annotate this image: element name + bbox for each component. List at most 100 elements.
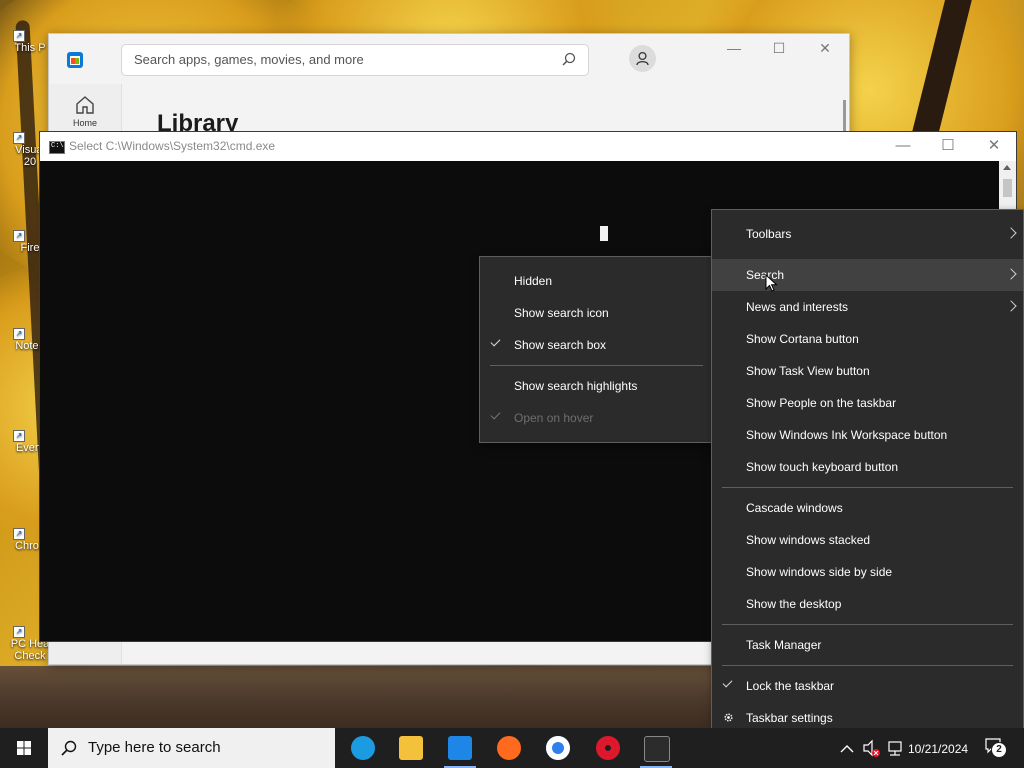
- opera-icon: [596, 736, 620, 760]
- search-submenu-item[interactable]: Hidden: [480, 265, 713, 297]
- taskbar-menu-item-label: Cascade windows: [746, 501, 843, 515]
- store-search-box[interactable]: [121, 44, 589, 76]
- taskbar-clock[interactable]: 10/21/2024: [908, 742, 968, 756]
- taskbar-menu-item[interactable]: News and interests: [712, 291, 1023, 323]
- network-icon[interactable]: [885, 728, 905, 768]
- taskbar-menu-item-label: Show windows side by side: [746, 565, 893, 579]
- cmd-minimize-button[interactable]: —: [883, 134, 923, 158]
- taskbar-search-box[interactable]: Type here to search: [48, 728, 335, 768]
- taskbar-menu-item[interactable]: Lock the taskbar: [712, 670, 1023, 702]
- desktop-shortcut[interactable]: ↗ This P: [6, 10, 54, 54]
- taskbar-menu-item[interactable]: Task Manager: [712, 629, 1023, 661]
- taskbar: Type here to search 10/21/2024 2: [0, 728, 1024, 768]
- taskbar-menu-item-label: Task Manager: [746, 638, 822, 652]
- windows-logo-icon: [17, 741, 31, 755]
- store-maximize-button[interactable]: ☐: [759, 40, 799, 60]
- store-search-input[interactable]: [132, 51, 556, 68]
- search-submenu-item-label: Hidden: [514, 274, 553, 288]
- show-hidden-icons-chevron-icon[interactable]: [838, 728, 856, 768]
- search-submenu: Hidden Show search icon Show search box Sho…: [479, 256, 714, 443]
- mouse-pointer-icon: [765, 274, 778, 292]
- store-minimize-button[interactable]: —: [714, 40, 754, 60]
- taskbar-context-menu: Toolbars Search News and interests Show Cor…: [711, 209, 1024, 743]
- terminal-icon: [644, 736, 670, 762]
- cmd-titlebar[interactable]: Select C:\Windows\System32\cmd.exe — ☐ ✕: [40, 132, 1016, 161]
- search-submenu-item-label: Open on hover: [514, 411, 594, 425]
- checkmark-icon: [722, 677, 733, 688]
- taskbar-menu-item[interactable]: Show windows stacked: [712, 524, 1023, 556]
- shortcut-app-icon: ↗: [13, 10, 45, 42]
- taskbar-menu-item[interactable]: Show Windows Ink Workspace button: [712, 419, 1023, 451]
- taskbar-menu-item[interactable]: Show windows side by side: [712, 556, 1023, 588]
- scroll-up-arrow-icon[interactable]: [1003, 165, 1011, 170]
- start-button[interactable]: [0, 728, 48, 768]
- search-submenu-item-label: Show search box: [514, 338, 607, 352]
- user-icon: [636, 51, 649, 66]
- taskbar-menu-item[interactable]: Show People on the taskbar: [712, 387, 1023, 419]
- taskbar-menu-item[interactable]: Search: [712, 259, 1023, 291]
- nav-home[interactable]: Home: [65, 94, 105, 128]
- taskbar-menu-item-label: News and interests: [746, 300, 849, 314]
- taskbar-menu-item-label: Show touch keyboard button: [746, 460, 899, 474]
- taskbar-menu-item-label: Toolbars: [746, 227, 792, 241]
- taskbar-menu-item-label: Show the desktop: [746, 597, 842, 611]
- taskbar-app-button[interactable]: [339, 728, 387, 768]
- taskbar-app-button[interactable]: [485, 728, 533, 768]
- firefox-icon: [497, 736, 521, 760]
- taskbar-app-button[interactable]: [632, 728, 680, 768]
- taskbar-menu-item-label: Show People on the taskbar: [746, 396, 897, 410]
- desktop-shortcut-label: This P: [14, 42, 46, 54]
- taskbar-app-button[interactable]: [436, 728, 484, 768]
- menu-separator: [722, 487, 1013, 488]
- search-submenu-item-label: Show search icon: [514, 306, 609, 320]
- shortcut-arrow-icon: ↗: [13, 328, 25, 340]
- store-titlebar[interactable]: — ☐ ✕: [49, 34, 849, 84]
- shortcut-arrow-icon: ↗: [13, 626, 25, 638]
- shortcut-arrow-icon: ↗: [13, 528, 25, 540]
- action-center-button[interactable]: 2: [984, 736, 1007, 758]
- menu-separator: [490, 365, 703, 366]
- cmd-close-button[interactable]: ✕: [974, 134, 1014, 158]
- microsoft-store-logo-icon: [67, 52, 83, 68]
- search-submenu-item[interactable]: Show search icon: [480, 297, 713, 329]
- chevron-right-icon: [1005, 227, 1017, 239]
- console-cursor: [600, 226, 608, 241]
- taskbar-menu-item-label: Show Task View button: [746, 364, 870, 378]
- account-avatar[interactable]: [629, 45, 656, 72]
- taskbar-menu-item-label: Show Windows Ink Workspace button: [746, 428, 948, 442]
- taskbar-menu-item[interactable]: Show touch keyboard button: [712, 451, 1023, 483]
- home-icon: [76, 96, 94, 114]
- shortcut-arrow-icon: ↗: [13, 30, 25, 42]
- shortcut-arrow-icon: ↗: [13, 132, 25, 144]
- shortcut-arrow-icon: ↗: [13, 430, 25, 442]
- search-submenu-item[interactable]: Show search box: [480, 329, 713, 361]
- scroll-thumb[interactable]: [1003, 179, 1012, 197]
- search-submenu-item: Open on hover: [480, 402, 713, 434]
- taskbar-menu-item[interactable]: Show Task View button: [712, 355, 1023, 387]
- taskbar-menu-item-label: Show windows stacked: [746, 533, 871, 547]
- menu-separator: [722, 665, 1013, 666]
- taskbar-app-button[interactable]: [583, 728, 631, 768]
- chevron-right-icon: [1005, 268, 1017, 280]
- menu-separator: [722, 624, 1013, 625]
- volume-muted-icon[interactable]: [861, 728, 881, 768]
- taskbar-menu-item[interactable]: Show the desktop: [712, 588, 1023, 620]
- taskbar-menu-item[interactable]: Cascade windows: [712, 492, 1023, 524]
- file-explorer-icon: [399, 736, 423, 760]
- taskbar-app-button[interactable]: [534, 728, 582, 768]
- checkmark-icon: [490, 336, 501, 347]
- taskbar-menu-item[interactable]: Toolbars: [712, 218, 1023, 250]
- chevron-right-icon: [1005, 300, 1017, 312]
- edge-icon: [351, 736, 375, 760]
- cmd-icon: [49, 141, 65, 154]
- chrome-icon: [546, 736, 570, 760]
- store-close-button[interactable]: ✕: [805, 40, 845, 60]
- search-icon[interactable]: [562, 52, 576, 66]
- search-submenu-item[interactable]: Show search highlights: [480, 370, 713, 402]
- cmd-title: Select C:\Windows\System32\cmd.exe: [69, 139, 276, 153]
- microsoft-store-icon: [448, 736, 472, 760]
- gear-icon: [724, 713, 733, 722]
- cmd-maximize-button[interactable]: ☐: [928, 134, 968, 158]
- taskbar-menu-item[interactable]: Show Cortana button: [712, 323, 1023, 355]
- taskbar-app-button[interactable]: [387, 728, 435, 768]
